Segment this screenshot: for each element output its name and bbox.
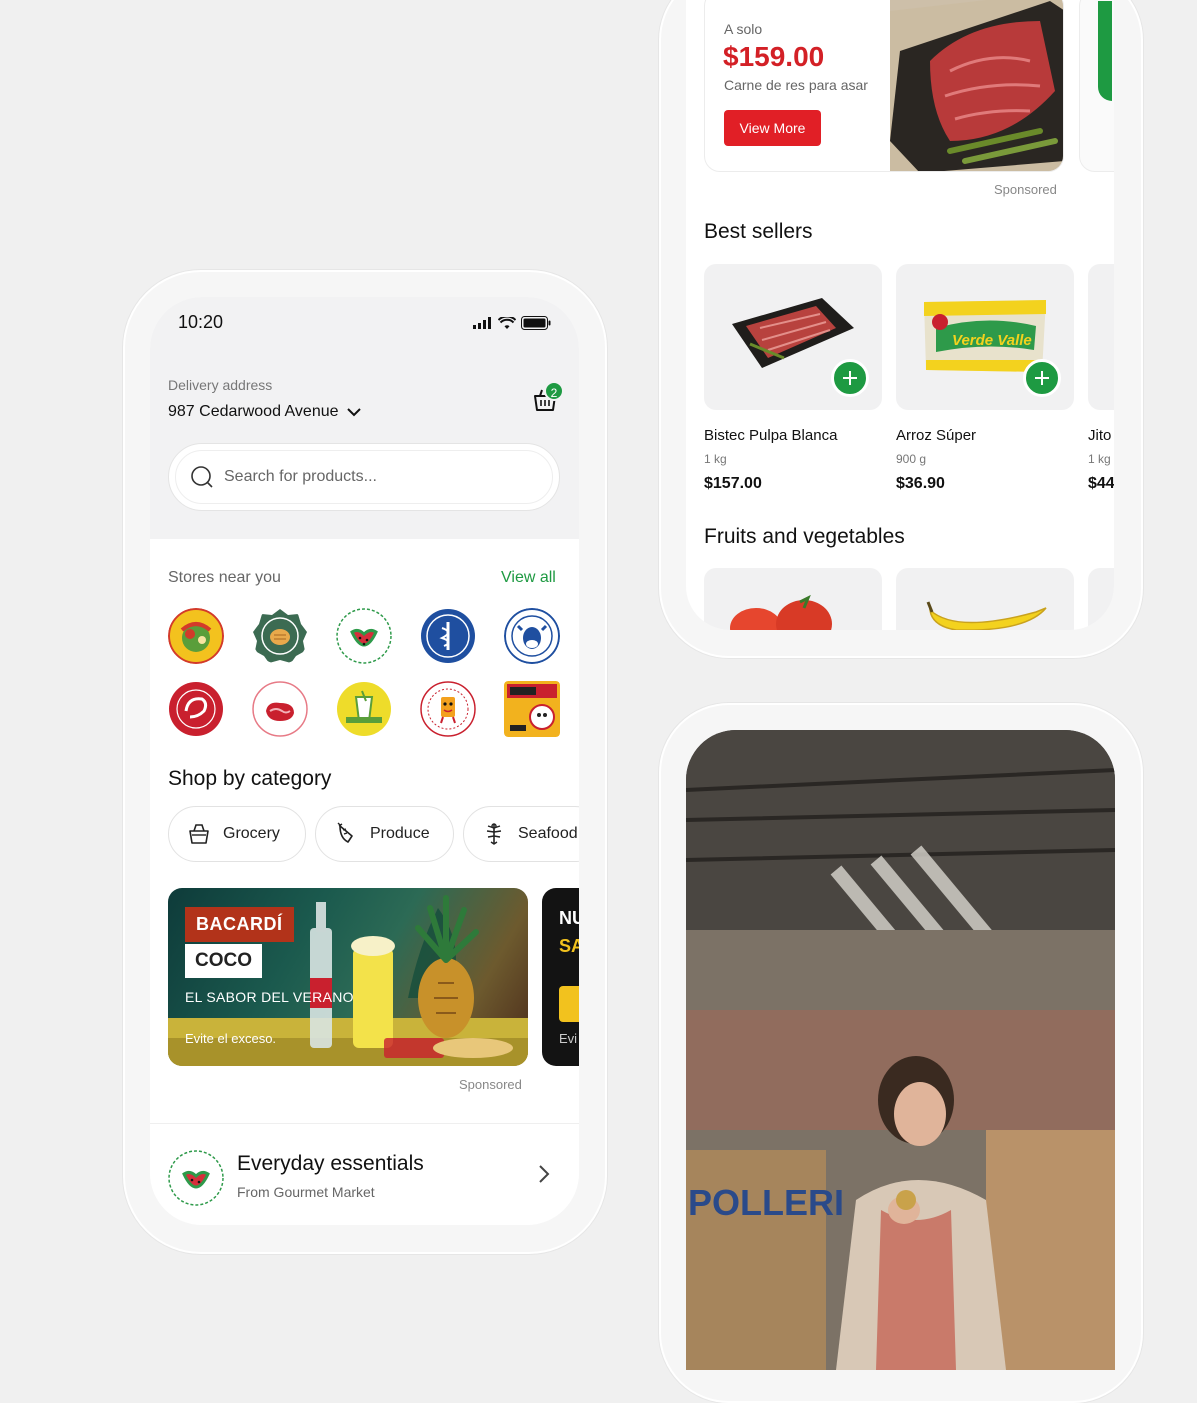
store-logo-shah-bread[interactable]	[252, 608, 308, 664]
basket-icon	[189, 824, 209, 844]
category-label: Produce	[370, 825, 430, 842]
product-size: 1 kg	[1088, 452, 1111, 466]
market-photo: POLLERI	[686, 730, 1115, 1370]
fish-icon	[486, 823, 502, 845]
promo-brand: BACARDÍ	[185, 907, 294, 942]
market-sign: POLLERI	[688, 1182, 844, 1223]
plus-icon	[843, 371, 857, 385]
delivery-label: Delivery address	[168, 377, 273, 393]
store-logo-fresh-drink[interactable]	[336, 681, 392, 737]
search-placeholder: Search for products...	[224, 468, 377, 485]
address-selector[interactable]: 987 Cedarwood Avenue	[168, 403, 361, 421]
ad-pretext: A solo	[724, 21, 763, 37]
promo-next-line2: SA	[559, 936, 579, 956]
category-chip-grocery[interactable]: Grocery	[168, 806, 306, 862]
categories-title: Shop by category	[168, 767, 332, 790]
promo-next-button	[559, 986, 579, 1022]
view-all-link[interactable]: View all	[501, 569, 556, 587]
add-to-cart-button[interactable]	[1023, 359, 1061, 397]
ad-price: $159.00	[723, 41, 825, 72]
status-time: 10:20	[178, 312, 224, 332]
store-logo-fine-wine[interactable]	[504, 681, 560, 737]
deals-screen: A solo $159.00 Carne de res para asar Vi…	[686, 0, 1114, 630]
product-name: Arroz Súper	[896, 427, 977, 444]
category-label: Seafood	[518, 825, 578, 842]
package-brand-text: Verde Valle	[952, 332, 1032, 349]
store-logo-larana-inc[interactable]	[252, 681, 308, 737]
product-size: 1 kg	[704, 452, 727, 466]
promo-flavor: COCO	[185, 944, 262, 978]
store-logo-rimberio[interactable]	[336, 608, 392, 664]
wifi-icon	[498, 316, 516, 329]
category-chip-seafood[interactable]: Seafood	[463, 806, 579, 862]
battery-icon	[521, 316, 551, 330]
product-image-jito[interactable]	[1088, 264, 1114, 410]
store-logo-jiwan-dairy[interactable]	[504, 608, 560, 664]
sponsored-label: Sponsored	[994, 182, 1057, 197]
store-logo-fresh-shrimp[interactable]	[168, 681, 224, 737]
category-chip-produce[interactable]: Produce	[315, 806, 454, 862]
store-logo-delicious-snacks[interactable]	[420, 681, 476, 737]
essentials-row[interactable]: Everyday essentials From Gourmet Market	[150, 1123, 579, 1225]
promo-next-line1: NU	[559, 908, 579, 928]
promo-banner-next[interactable]: NU SA Evi	[542, 888, 579, 1066]
ad-meat-image	[890, 0, 1063, 171]
ad-card-next[interactable]	[1079, 0, 1114, 172]
essentials-title: Everyday essentials	[237, 1152, 424, 1175]
ad-card[interactable]: A solo $159.00 Carne de res para asar Vi…	[704, 0, 1064, 172]
product-name: Bistec Pulpa Blanca	[704, 427, 838, 444]
add-to-cart-button[interactable]	[831, 359, 869, 397]
home-screen: 10:20 Delivery address 987 Cedarwood Ave…	[150, 297, 579, 1225]
search-icon	[191, 466, 213, 488]
market-photo-screen: POLLERI	[686, 730, 1115, 1370]
promo-warning: Evite el exceso.	[185, 1031, 277, 1046]
fruits-title: Fruits and vegetables	[704, 525, 905, 548]
product-price: $44	[1088, 475, 1114, 492]
carrot-icon	[337, 822, 353, 843]
essentials-subtitle: From Gourmet Market	[237, 1184, 375, 1200]
best-sellers-title: Best sellers	[704, 220, 813, 243]
status-icons	[473, 316, 551, 330]
store-logo-borcelle-medical[interactable]	[420, 608, 476, 664]
stores-title: Stores near you	[168, 569, 281, 586]
promo-tagline: EL SABOR DEL VERANO	[185, 989, 354, 1005]
category-label: Grocery	[223, 825, 280, 842]
essentials-store-logo	[168, 1150, 224, 1206]
promo-next-warning: Evi	[559, 1031, 578, 1046]
search-input[interactable]: Search for products...	[175, 450, 553, 504]
product-price: $157.00	[704, 475, 762, 492]
address-text: 987 Cedarwood Avenue	[168, 403, 339, 420]
product-name: Jito	[1088, 427, 1112, 444]
chevron-down-icon	[346, 407, 361, 416]
product-price: $36.90	[896, 475, 945, 492]
search-bar[interactable]: Search for products...	[168, 443, 560, 511]
signal-icon	[473, 317, 491, 329]
product-image-banana[interactable]	[896, 568, 1074, 630]
store-logo-farmers-salad[interactable]	[168, 608, 224, 664]
cart-count-badge: 2	[544, 381, 564, 401]
plus-icon	[1035, 371, 1049, 385]
product-image-tomato[interactable]	[704, 568, 882, 630]
header-area: 10:20 Delivery address 987 Cedarwood Ave…	[150, 297, 579, 539]
view-more-button[interactable]: View More	[724, 110, 821, 146]
sponsored-label: Sponsored	[459, 1077, 522, 1092]
chevron-right-icon	[539, 1165, 550, 1183]
ad-description: Carne de res para asar	[724, 77, 868, 93]
promo-banner[interactable]: BACARDÍ COCO EL SABOR DEL VERANO Evite e…	[168, 888, 528, 1066]
product-image-next[interactable]	[1088, 568, 1114, 630]
product-size: 900 g	[896, 452, 927, 466]
